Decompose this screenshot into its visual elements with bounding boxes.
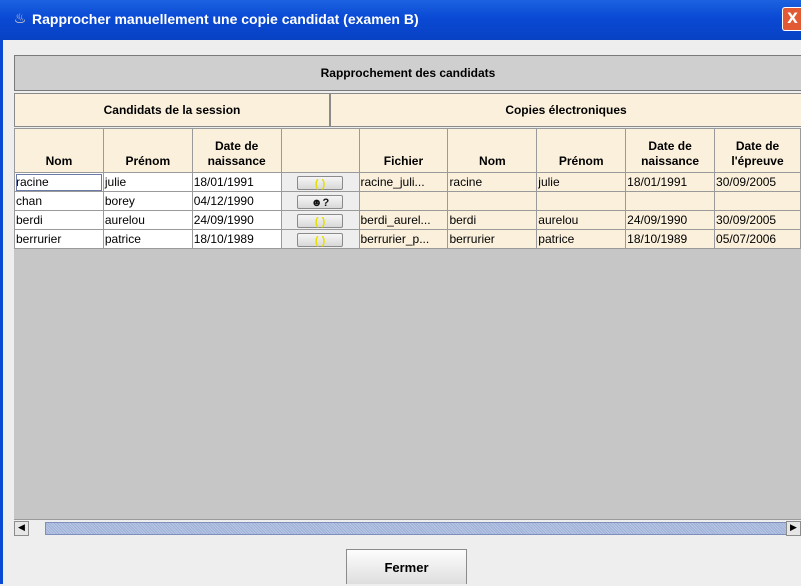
cell-nom[interactable]: berrurier [14,229,104,249]
panel-title: Rapprochement des candidats [320,66,496,80]
cell-action: ☻? [280,191,360,211]
column-header-date-epreuve[interactable]: Date de l'épreuve [714,128,801,173]
candidates-table: Nom Prénom Date de naissance Fichier Nom … [14,128,801,249]
column-header-date-naissance[interactable]: Date de naissance [191,128,282,173]
window-title: Rapprocher manuellement une copie candid… [32,11,419,27]
cell-prenom[interactable]: patrice [102,229,193,249]
horizontal-scrollbar[interactable]: ◀ ▶ [14,519,801,537]
people-icon: ☻? [310,196,330,209]
cell-date-naissance[interactable]: 04/12/1990 [191,191,282,211]
cell-prenom-copie[interactable]: patrice [536,229,627,249]
cell-date-epreuve[interactable]: 05/07/2006 [714,229,801,249]
cell-date-naissance-copie[interactable]: 24/09/1990 [625,210,716,230]
table-row[interactable]: berdi aurelou 24/09/1990 ( ) berdi_aurel… [14,210,801,230]
cell-date-epreuve[interactable]: 30/09/2005 [714,172,801,192]
unlink-button[interactable]: ( ) [297,232,344,247]
cell-date-naissance-copie[interactable]: 18/01/1991 [625,172,716,192]
cell-prenom-copie[interactable]: aurelou [536,210,627,230]
cell-nom-copie[interactable]: racine [447,172,538,192]
cell-fichier[interactable]: racine_juli... [358,172,449,192]
link-icon: ( ) [314,234,326,247]
close-window-button[interactable]: X [782,7,801,31]
column-header-nom-copie[interactable]: Nom [447,128,538,173]
group-header-copies: Copies électroniques [330,93,801,127]
cell-nom[interactable]: berdi [14,210,104,230]
cell-action: ( ) [280,210,360,230]
cell-prenom[interactable]: borey [102,191,193,211]
cell-date-naissance-copie[interactable]: 18/10/1989 [625,229,716,249]
cell-date-naissance[interactable]: 18/10/1989 [191,229,282,249]
table-row[interactable]: berrurier patrice 18/10/1989 ( ) berruri… [14,229,801,249]
table-row[interactable]: chan borey 04/12/1990 ☻? [14,191,801,211]
scroll-right-arrow-icon[interactable]: ▶ [786,521,801,536]
panel-header: Rapprochement des candidats [14,55,801,91]
unlink-button[interactable]: ( ) [297,213,344,228]
candidates-table-viewport[interactable]: Nom Prénom Date de naissance Fichier Nom … [14,128,801,519]
java-cup-icon: ♨ [13,11,27,27]
column-header-fichier[interactable]: Fichier [358,128,449,173]
link-icon: ( ) [314,177,326,190]
cell-date-naissance[interactable]: 18/01/1991 [191,172,282,192]
link-icon: ( ) [314,215,326,228]
cell-nom-copie[interactable]: berdi [447,210,538,230]
group-header-candidates: Candidats de la session [14,93,330,127]
cell-date-epreuve[interactable] [714,191,801,211]
scroll-left-arrow-icon[interactable]: ◀ [14,521,29,536]
fermer-button[interactable]: Fermer [346,549,467,584]
cell-date-naissance[interactable]: 24/09/1990 [191,210,282,230]
column-header-date-naissance-copie[interactable]: Date de naissance [625,128,716,173]
cell-nom[interactable]: chan [14,191,104,211]
title-bar: ♨ Rapprocher manuellement une copie cand… [0,0,801,40]
cell-prenom-copie[interactable]: julie [536,172,627,192]
table-row[interactable]: racine julie 18/01/1991 ( ) racine_juli.… [14,172,801,192]
scrollbar-thumb[interactable] [45,522,789,535]
table-header-row: Nom Prénom Date de naissance Fichier Nom … [14,128,801,173]
cell-action: ( ) [280,172,360,192]
window-border [0,40,3,584]
cell-nom-copie[interactable]: berrurier [447,229,538,249]
cell-date-naissance-copie[interactable] [625,191,716,211]
cell-nom[interactable]: racine [14,172,104,192]
cell-date-epreuve[interactable]: 30/09/2005 [714,210,801,230]
match-candidate-button[interactable]: ☻? [297,194,344,209]
cell-prenom[interactable]: julie [102,172,193,192]
cell-nom-copie[interactable] [447,191,538,211]
column-header-nom[interactable]: Nom [14,128,104,173]
cell-prenom-copie[interactable] [536,191,627,211]
column-header-prenom-copie[interactable]: Prénom [536,128,627,173]
cell-prenom[interactable]: aurelou [102,210,193,230]
column-header-prenom[interactable]: Prénom [102,128,193,173]
unlink-button[interactable]: ( ) [297,175,344,190]
cell-action: ( ) [280,229,360,249]
column-header-action[interactable] [280,128,360,173]
cell-fichier[interactable]: berdi_aurel... [358,210,449,230]
cell-fichier[interactable] [358,191,449,211]
cell-fichier[interactable]: berrurier_p... [358,229,449,249]
